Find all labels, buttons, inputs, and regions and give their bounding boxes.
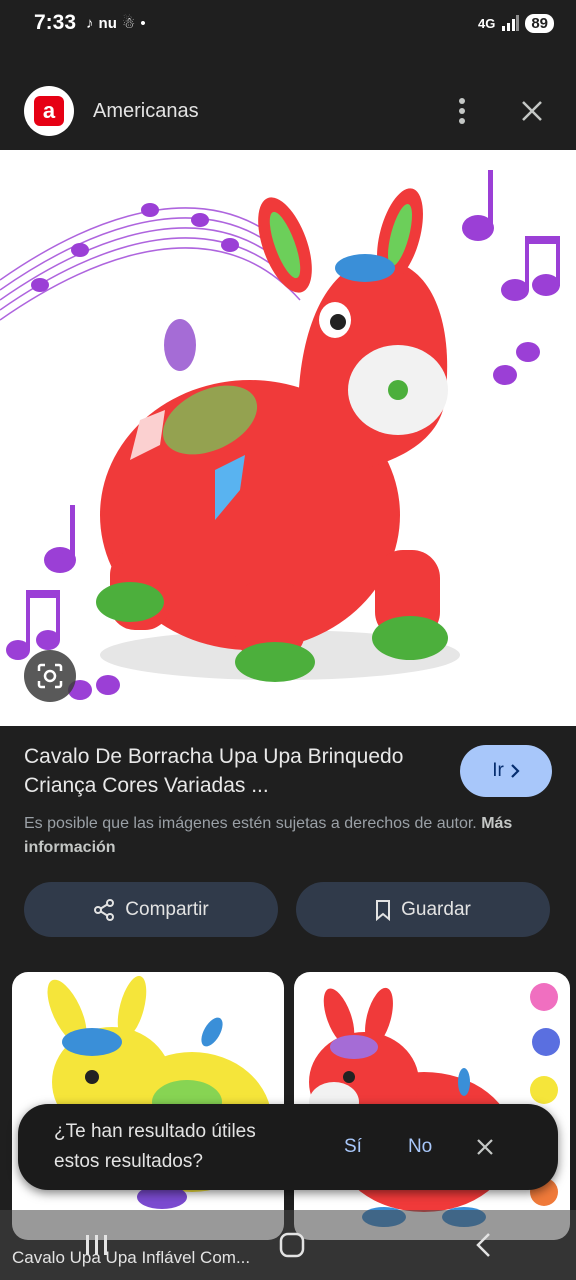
chevron-right-icon [511, 764, 520, 778]
back-icon[interactable] [474, 1232, 492, 1258]
tiktok-icon: ♪ [86, 14, 94, 32]
notification-dot: • [140, 14, 146, 32]
snapchat-icon: ☃ [121, 15, 136, 32]
related-result-caption[interactable]: Cavalo Upa Upa Inflável Com... [12, 1248, 250, 1268]
nubank-icon: nu [98, 14, 117, 32]
system-navigation-bar [0, 1210, 576, 1280]
viewer-header: a Americanas [0, 82, 576, 140]
feedback-question: ¿Te han resultado útiles estos resultado… [54, 1121, 256, 1172]
result-title[interactable]: Cavalo De Borracha Upa Upa Brinquedo Cri… [24, 742, 434, 800]
close-button[interactable] [512, 91, 552, 131]
save-button[interactable]: Guardar [296, 882, 550, 937]
more-vert-icon [459, 98, 465, 124]
home-icon[interactable] [278, 1231, 306, 1259]
result-title-area: Cavalo De Borracha Upa Upa Brinquedo Cri… [24, 742, 434, 800]
save-label: Guardar [401, 898, 471, 920]
feedback-no-button[interactable]: No [408, 1136, 432, 1158]
share-icon [94, 898, 115, 921]
go-to-site-button[interactable]: Ir [460, 745, 552, 797]
signal-icon [502, 15, 520, 31]
more-options-button[interactable] [442, 91, 482, 131]
americanas-logo-icon: a [34, 96, 64, 126]
product-image[interactable] [0, 150, 576, 726]
battery-indicator: 89 [525, 13, 554, 33]
go-button-label: Ir [492, 760, 504, 781]
lens-icon [37, 663, 63, 689]
close-icon [522, 101, 542, 121]
bookmark-icon [376, 899, 391, 921]
clock: 7:33 [34, 11, 77, 34]
feedback-toast: ¿Te han resultado útiles estos resultado… [18, 1104, 558, 1190]
toy-horse-illustration [0, 170, 560, 700]
share-button[interactable]: Compartir [24, 882, 278, 937]
notification-icons: ♪ nu ☃ • [86, 14, 146, 33]
copyright-text: Es posible que las imágenes estén sujeta… [24, 815, 477, 832]
network-type: 4G [477, 15, 496, 31]
copyright-notice: Es posible que las imágenes estén sujeta… [24, 812, 544, 860]
site-name[interactable]: Americanas [93, 100, 199, 123]
share-label: Compartir [125, 898, 209, 920]
feedback-yes-button[interactable]: Sí [344, 1136, 362, 1158]
lens-search-button[interactable] [24, 650, 76, 702]
site-logo[interactable]: a [24, 86, 74, 136]
system-indicators: 4G 89 [477, 13, 554, 33]
status-bar: 7:33 ♪ nu ☃ • 4G 89 [0, 0, 576, 46]
close-icon [477, 1139, 494, 1155]
feedback-close-button[interactable] [470, 1132, 500, 1162]
